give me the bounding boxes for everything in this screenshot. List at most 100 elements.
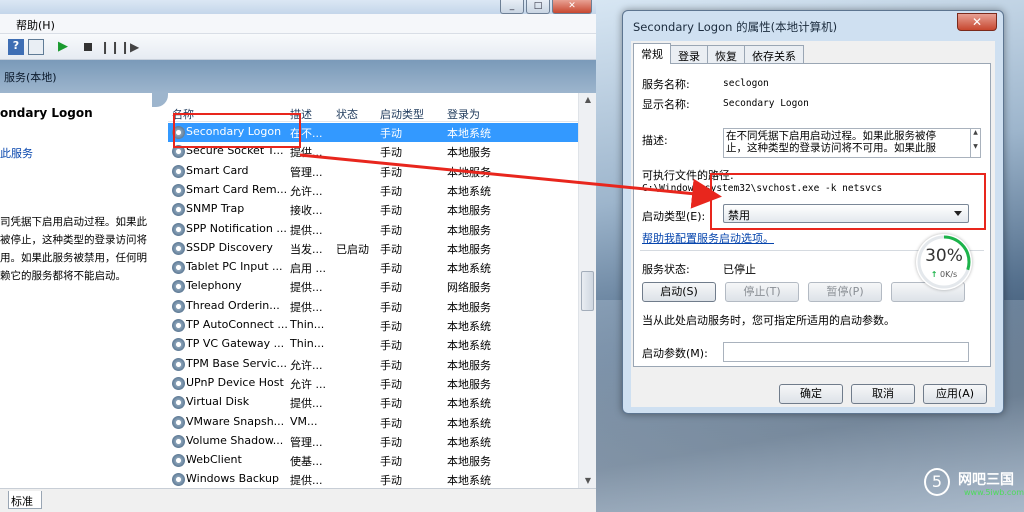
table-row[interactable]: Thread Orderin... 提供... 手动 本地服务 [168,297,578,316]
service-status-value: 已停止 [723,263,756,276]
table-row[interactable]: VMware Snapsh... VM... 手动 本地系统 [168,413,578,432]
selected-service-description: 司凭据下启用启动过程。如果此 被停止，这种类型的登录访问将 用。如果此服务被禁用… [0,216,147,282]
table-row[interactable]: TPM Base Servic... 允许... 手动 本地服务 [168,355,578,374]
start-params-input[interactable] [723,342,969,362]
table-row[interactable]: Smart Card Rem... 允许... 手动 本地系统 [168,181,578,200]
cell-logon: 本地服务 [447,146,491,160]
service-status-label: 服务状态: [642,263,690,276]
start-button[interactable]: 启动(S) [642,282,716,302]
tab-logon[interactable]: 登录 [670,45,708,63]
cell-name: Tablet PC Input ... [186,260,283,274]
pause-button[interactable]: 暂停(P) [808,282,882,302]
service-name-value: seclogon [723,78,769,89]
highlight-box-startup-type [710,173,986,230]
cell-desc: 使基... [290,455,323,469]
table-row[interactable]: Tablet PC Input ... 启用 ... 手动 本地系统 [168,258,578,277]
table-row[interactable]: SPP Notification ... 提供... 手动 本地服务 [168,220,578,239]
table-row[interactable]: Volume Shadow... 管理... 手动 本地系统 [168,432,578,451]
cell-startup: 手动 [380,435,402,449]
service-gear-icon [172,203,185,217]
table-row[interactable]: Windows Backup 提供... 手动 本地系统 [168,470,578,489]
minimize-button[interactable]: _ [500,0,524,14]
service-gear-icon [172,396,185,410]
scroll-thumb[interactable] [581,271,594,311]
dialog-close-button[interactable]: ✕ [957,13,997,31]
menu-bar: 帮助(H) [0,14,596,34]
table-row[interactable]: UPnP Device Host 允许 ... 手动 本地服务 [168,374,578,393]
console-icon[interactable] [28,39,44,55]
cell-name: SSDP Discovery [186,240,273,254]
scope-header: 服务(本地) [0,60,596,93]
start-params-hint: 当从此处启动服务时，您可指定所适用的启动参数。 [642,314,895,327]
table-row[interactable]: SSDP Discovery 当发... 已启动 手动 本地服务 [168,239,578,258]
scroll-up-icon[interactable]: ▲ [582,95,594,105]
tab-dependencies[interactable]: 依存关系 [744,45,804,63]
cell-logon: 本地服务 [447,358,491,372]
network-speed-gauge[interactable]: 30% ↑ 0K/s [916,234,972,290]
tab-recovery[interactable]: 恢复 [707,45,745,63]
dialog-tabs: 常规 登录 恢复 依存关系 [633,43,804,64]
scope-title: 服务(本地) [4,71,57,84]
display-name-value[interactable]: Secondary Logon [723,98,809,109]
table-row[interactable]: Virtual Disk 提供... 手动 本地系统 [168,393,578,412]
table-row[interactable]: TP VC Gateway ... Thin... 手动 本地系统 [168,335,578,354]
column-header-startup-type[interactable]: 启动类型 [380,106,424,122]
maximize-button[interactable]: □ [526,0,550,14]
services-window: _ □ ✕ 帮助(H) ? ▶ ❙❙ ❙▶ 服务(本地) ondary Logo… [0,0,596,512]
cell-startup: 手动 [380,242,402,256]
cell-logon: 本地服务 [447,204,491,218]
start-service-icon[interactable]: ▶ [58,39,74,55]
cell-startup: 手动 [380,339,402,353]
column-header-logon-as[interactable]: 登录为 [447,106,480,122]
pause-service-icon[interactable]: ❙❙ [100,39,120,55]
watermark-logo-icon: 5 [924,468,950,496]
description-field[interactable]: 在不同凭据下启用启动过程。如果此服务被停 止，这种类型的登录访问将不可用。如果此… [723,128,971,158]
service-gear-icon [172,319,185,332]
table-row[interactable]: WebClient 使基... 手动 本地服务 [168,451,578,470]
cell-startup: 手动 [380,377,402,391]
help-icon[interactable]: ? [8,39,24,55]
cell-desc: 管理... [290,165,323,179]
display-name-label: 显示名称: [642,98,690,111]
close-button[interactable]: ✕ [552,0,592,14]
start-service-link[interactable]: 此服务 [0,145,33,161]
table-row[interactable]: SNMP Trap 接收... 手动 本地服务 [168,200,578,219]
ok-button[interactable]: 确定 [779,384,843,404]
cell-name: WebClient [186,453,242,467]
cell-name: TP VC Gateway ... [186,337,285,351]
apply-button[interactable]: 应用(A) [923,384,987,404]
upload-arrow-icon: ↑ [930,270,938,279]
cell-logon: 本地服务 [447,377,491,391]
cell-desc: 接收... [290,204,323,218]
description-scrollbar[interactable]: ▲ ▼ [971,128,981,158]
cell-startup: 手动 [380,281,402,295]
cell-name: Smart Card Rem... [186,182,288,196]
table-row[interactable]: Smart Card 管理... 手动 本地服务 [168,162,578,181]
cell-name: SPP Notification ... [186,221,287,235]
cancel-button[interactable]: 取消 [851,384,915,404]
menu-help[interactable]: 帮助(H) [16,17,55,33]
service-gear-icon [172,261,185,275]
stop-button[interactable]: 停止(T) [725,282,799,302]
cell-logon: 本地服务 [447,455,491,469]
column-header-status[interactable]: 状态 [336,106,358,122]
description-pane: ondary Logon 此服务 司凭据下启用启动过程。如果此 被停止，这种类型… [0,93,160,488]
table-row[interactable]: TP AutoConnect ... Thin... 手动 本地系统 [168,316,578,335]
toolbar: ? ▶ ❙❙ ❙▶ [0,34,596,60]
help-configure-link[interactable]: 帮助我配置服务启动选项。 [642,230,774,246]
cell-name: SNMP Trap [186,202,245,216]
table-row[interactable]: Telephony 提供... 手动 网络服务 [168,277,578,296]
vertical-scrollbar[interactable]: ▲ ▼ [578,93,596,488]
scroll-down-icon[interactable]: ▼ [582,476,594,486]
start-params-label: 启动参数(M): [642,347,708,360]
tab-standard[interactable]: 标准 [8,491,42,509]
cell-startup: 手动 [380,416,402,430]
tab-general[interactable]: 常规 [633,43,671,64]
cell-startup: 手动 [380,127,402,140]
service-gear-icon [172,183,185,197]
cell-desc: 启用 ... [290,262,326,276]
cell-name: Volume Shadow... [186,433,284,447]
restart-service-icon[interactable]: ❙▶ [120,39,139,55]
stop-service-icon[interactable] [84,43,92,51]
cell-logon: 本地系统 [447,474,491,488]
